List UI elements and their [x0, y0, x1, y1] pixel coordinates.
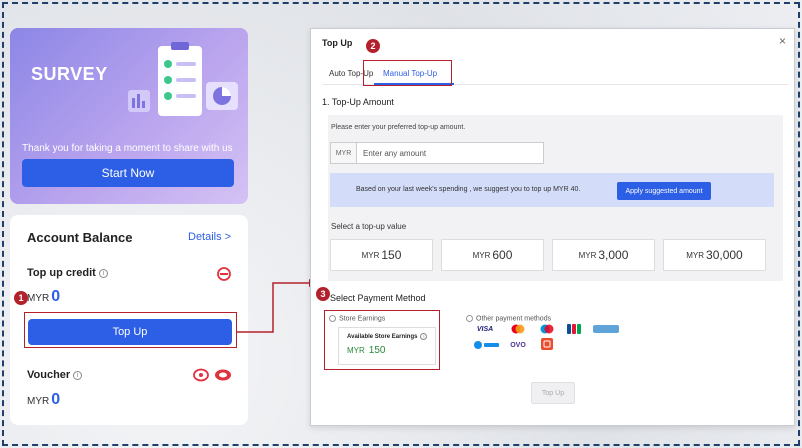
currency-label: MYR [27, 293, 50, 304]
amount-input[interactable] [357, 143, 543, 163]
value-amount: 150 [381, 248, 402, 262]
info-icon[interactable]: i [73, 370, 83, 380]
annotation-badge-1: 1 [14, 291, 28, 305]
currency-label: MYR [27, 396, 50, 407]
top-up-amount-heading: 1. Top-Up Amount [322, 97, 394, 107]
annotation-arrow [237, 279, 316, 333]
value-currency: MYR [472, 250, 491, 260]
suggestion-text: Based on your last week's spending , we … [356, 186, 581, 193]
radio-icon[interactable] [466, 315, 473, 322]
topup-credit-label: Top up credit i [27, 267, 108, 279]
dana-icon [474, 341, 499, 349]
shopeepay-icon [541, 338, 553, 350]
topup-credit-amount: MYR 0 [27, 288, 60, 306]
start-now-button[interactable]: Start Now [22, 159, 234, 187]
annotation-badge-3: 3 [316, 287, 330, 301]
amount-input-group: MYR [330, 142, 544, 164]
topup-credit-value: 0 [51, 288, 61, 305]
voucher-icon [215, 369, 231, 381]
voucher-value: 0 [51, 391, 61, 408]
survey-card: SURVEY Thank you for taking a moment to … [10, 28, 248, 204]
info-icon[interactable]: i [98, 268, 108, 278]
value-option[interactable]: MYR 30,000 [663, 239, 766, 271]
voucher-amount: MYR 0 [27, 391, 60, 409]
value-option[interactable]: MYR 150 [330, 239, 433, 271]
value-amount: 600 [492, 248, 513, 262]
payment-method-heading: Select Payment Method [330, 293, 426, 303]
grabpay-icon [593, 325, 619, 333]
survey-title: SURVEY [31, 64, 108, 84]
details-link[interactable]: Details > [188, 231, 231, 243]
voucher-label: Voucher i [27, 369, 83, 381]
visa-logo: VISA [476, 325, 494, 333]
value-currency: MYR [361, 250, 380, 260]
maestro-icon [540, 324, 554, 334]
close-icon[interactable]: × [779, 34, 786, 48]
modal-top-up-button[interactable]: Top Up [531, 382, 575, 404]
other-payment-option[interactable]: Other payment methods [466, 315, 551, 322]
modal-title: Top Up [322, 38, 353, 48]
amount-panel: Please enter your preferred top-up amoun… [328, 115, 783, 281]
annotation-box-2 [363, 60, 452, 86]
value-option[interactable]: MYR 3,000 [552, 239, 655, 271]
account-balance-title: Account Balance [27, 230, 133, 245]
select-value-label: Select a top-up value [331, 222, 407, 231]
apply-suggested-amount-button[interactable]: Apply suggested amount [617, 182, 711, 200]
mastercard-icon [511, 324, 525, 334]
jcb-icon [567, 324, 581, 334]
voucher-icon [193, 368, 209, 382]
value-currency: MYR [686, 250, 705, 260]
ovo-logo: OVO [510, 341, 526, 349]
voucher-text: Voucher [27, 369, 71, 381]
annotation-box-3 [324, 310, 440, 370]
value-currency: MYR [578, 250, 597, 260]
topup-credit-text: Top up credit [27, 267, 96, 279]
coin-icon [217, 267, 231, 281]
annotation-box-1 [24, 312, 237, 348]
value-amount: 3,000 [598, 248, 629, 262]
suggestion-bar: Based on your last week's spending , we … [330, 173, 774, 207]
amount-hint: Please enter your preferred top-up amoun… [331, 124, 466, 131]
annotation-badge-2: 2 [366, 39, 380, 53]
value-amount: 30,000 [706, 248, 743, 262]
value-option[interactable]: MYR 600 [441, 239, 544, 271]
other-payment-label: Other payment methods [476, 315, 552, 323]
survey-clipboard-illustration [128, 42, 238, 116]
amount-currency-prefix: MYR [331, 143, 357, 163]
